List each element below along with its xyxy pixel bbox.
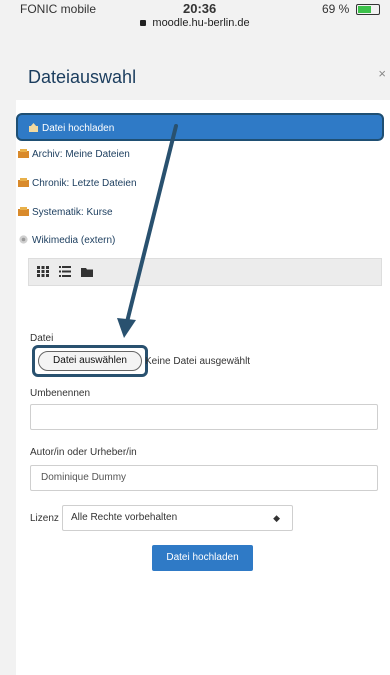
annotation-arrow (117, 124, 178, 338)
